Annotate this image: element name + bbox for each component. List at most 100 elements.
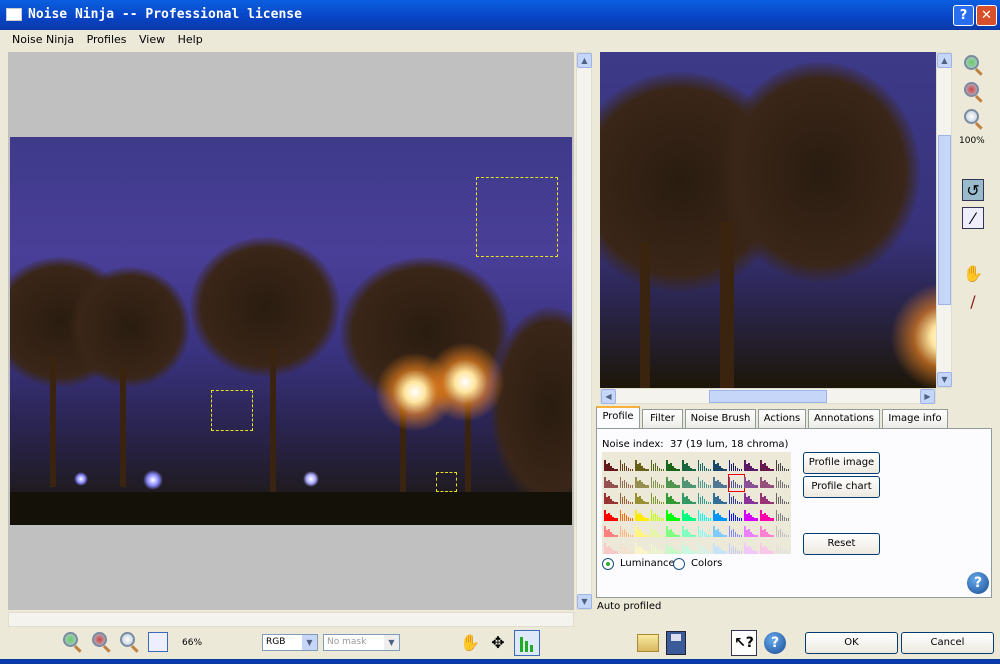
histogram-cell[interactable] bbox=[635, 475, 650, 491]
histogram-cell[interactable] bbox=[760, 475, 775, 491]
brush-icon[interactable]: ⁄ bbox=[962, 207, 984, 229]
luminance-radio[interactable] bbox=[602, 558, 614, 570]
histogram-cell[interactable] bbox=[727, 473, 745, 492]
zoom-in-icon[interactable] bbox=[964, 55, 979, 70]
histogram-cell[interactable] bbox=[728, 458, 744, 474]
hand-icon[interactable]: ✋ bbox=[459, 632, 481, 654]
histogram-cell[interactable] bbox=[744, 524, 759, 540]
preview-vertical-scrollbar[interactable]: ▲ ▼ bbox=[936, 52, 952, 388]
histogram-cell[interactable] bbox=[619, 524, 635, 540]
noise-histogram-grid[interactable] bbox=[602, 452, 791, 554]
histogram-cell[interactable] bbox=[697, 508, 713, 524]
zoom-in-icon[interactable] bbox=[63, 632, 78, 647]
histogram-cell[interactable] bbox=[682, 458, 697, 474]
histogram-cell[interactable] bbox=[713, 524, 728, 540]
tab-image-info[interactable]: Image info bbox=[882, 409, 948, 429]
histogram-cell[interactable] bbox=[760, 491, 775, 507]
histogram-cell[interactable] bbox=[619, 541, 635, 557]
whats-this-icon[interactable]: ↖? bbox=[731, 630, 757, 656]
histogram-cell[interactable] bbox=[619, 475, 635, 491]
image-vertical-scrollbar[interactable]: ▲ ▼ bbox=[576, 52, 592, 610]
preview-pane[interactable] bbox=[600, 52, 936, 388]
image-canvas[interactable] bbox=[8, 52, 574, 610]
histogram-cell[interactable] bbox=[635, 458, 650, 474]
histogram-cell[interactable] bbox=[682, 524, 697, 540]
image-horizontal-scrollbar[interactable] bbox=[8, 612, 574, 627]
histogram-cell[interactable] bbox=[713, 541, 728, 557]
histogram-cell[interactable] bbox=[682, 475, 697, 491]
histogram-cell[interactable] bbox=[650, 475, 666, 491]
histogram-cell[interactable] bbox=[697, 491, 713, 507]
histogram-cell[interactable] bbox=[728, 524, 744, 540]
profile-sample-box[interactable] bbox=[476, 177, 558, 257]
histogram-cell[interactable] bbox=[744, 508, 759, 524]
histogram-cell[interactable] bbox=[744, 541, 759, 557]
help-icon[interactable]: ? bbox=[764, 632, 786, 654]
histogram-cell[interactable] bbox=[635, 508, 650, 524]
histogram-cell[interactable] bbox=[775, 524, 791, 540]
histogram-cell[interactable] bbox=[775, 541, 791, 557]
histogram-cell[interactable] bbox=[635, 491, 650, 507]
histogram-cell[interactable] bbox=[775, 491, 791, 507]
histogram-icon[interactable] bbox=[514, 630, 540, 656]
zoom-actual-icon[interactable] bbox=[964, 109, 979, 124]
preview-horizontal-scrollbar[interactable]: ◀ ▶ bbox=[600, 388, 936, 404]
zoom-actual-icon[interactable] bbox=[120, 632, 135, 647]
histogram-cell[interactable] bbox=[604, 541, 619, 557]
histogram-cell[interactable] bbox=[666, 541, 681, 557]
histogram-cell[interactable] bbox=[666, 458, 681, 474]
menu-help[interactable]: Help bbox=[178, 33, 203, 46]
rotate-icon[interactable]: ↺ bbox=[962, 179, 984, 201]
reset-button[interactable]: Reset bbox=[803, 533, 880, 555]
histogram-cell[interactable] bbox=[604, 508, 619, 524]
histogram-cell[interactable] bbox=[713, 475, 728, 491]
histogram-cell[interactable] bbox=[760, 458, 775, 474]
histogram-cell[interactable] bbox=[744, 491, 759, 507]
histogram-cell[interactable] bbox=[744, 458, 759, 474]
histogram-cell[interactable] bbox=[728, 541, 744, 557]
histogram-cell[interactable] bbox=[635, 524, 650, 540]
move-icon[interactable]: ✥ bbox=[487, 632, 509, 654]
menu-profiles[interactable]: Profiles bbox=[87, 33, 127, 46]
close-button[interactable]: ✕ bbox=[976, 5, 997, 26]
histogram-cell[interactable] bbox=[760, 508, 775, 524]
profile-image-button[interactable]: Profile image bbox=[803, 452, 880, 474]
histogram-cell[interactable] bbox=[775, 458, 791, 474]
histogram-cell[interactable] bbox=[697, 541, 713, 557]
ok-button[interactable]: OK bbox=[805, 632, 898, 654]
menu-view[interactable]: View bbox=[139, 33, 165, 46]
menu-noise-ninja[interactable]: Noise Ninja bbox=[12, 33, 74, 46]
histogram-cell[interactable] bbox=[697, 475, 713, 491]
histogram-cell[interactable] bbox=[728, 508, 744, 524]
histogram-cell[interactable] bbox=[604, 475, 619, 491]
histogram-cell[interactable] bbox=[682, 508, 697, 524]
histogram-cell[interactable] bbox=[697, 524, 713, 540]
histogram-cell[interactable] bbox=[635, 541, 650, 557]
histogram-cell[interactable] bbox=[650, 508, 666, 524]
histogram-cell[interactable] bbox=[713, 491, 728, 507]
cancel-button[interactable]: Cancel bbox=[901, 632, 994, 654]
histogram-cell[interactable] bbox=[619, 458, 635, 474]
channel-select[interactable]: RGB ▼ bbox=[262, 634, 318, 651]
histogram-cell[interactable] bbox=[650, 524, 666, 540]
colors-radio[interactable] bbox=[673, 558, 685, 570]
histogram-cell[interactable] bbox=[682, 491, 697, 507]
histogram-cell[interactable] bbox=[713, 458, 728, 474]
histogram-cell[interactable] bbox=[744, 475, 759, 491]
histogram-cell[interactable] bbox=[713, 508, 728, 524]
histogram-cell[interactable] bbox=[619, 508, 635, 524]
histogram-cell[interactable] bbox=[604, 524, 619, 540]
histogram-cell[interactable] bbox=[728, 491, 744, 507]
tab-actions[interactable]: Actions bbox=[758, 409, 806, 429]
histogram-cell[interactable] bbox=[666, 508, 681, 524]
histogram-cell[interactable] bbox=[666, 524, 681, 540]
tab-noise-brush[interactable]: Noise Brush bbox=[685, 409, 756, 429]
histogram-cell[interactable] bbox=[775, 508, 791, 524]
tab-annotations[interactable]: Annotations bbox=[808, 409, 880, 429]
profile-sample-box[interactable] bbox=[436, 472, 457, 492]
paintbrush-icon[interactable]: / bbox=[962, 291, 984, 313]
hand-icon[interactable]: ✋ bbox=[962, 263, 984, 285]
histogram-cell[interactable] bbox=[775, 475, 791, 491]
histogram-cell[interactable] bbox=[697, 458, 713, 474]
zoom-out-icon[interactable] bbox=[92, 632, 107, 647]
